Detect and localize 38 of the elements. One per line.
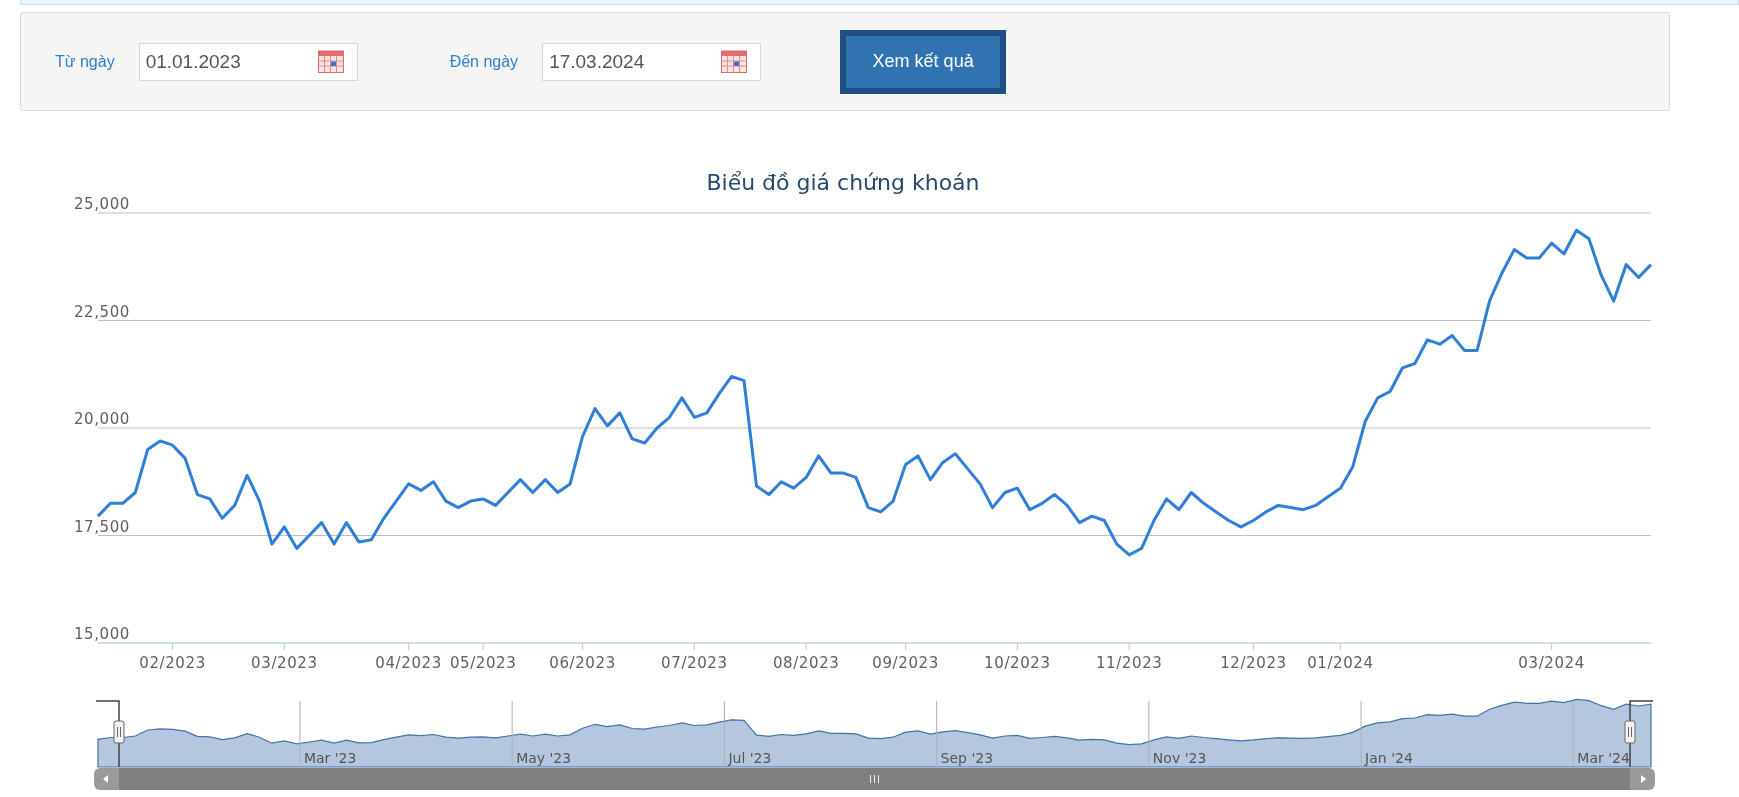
- axis-label: 12/2023: [1220, 654, 1287, 672]
- axis-label: 15,000: [73, 625, 130, 643]
- from-date-label: Từ ngày: [55, 51, 115, 72]
- navigator-label: Jul '23: [728, 750, 772, 766]
- axis-label: 03/2024: [1518, 654, 1585, 672]
- axis-label: 02/2023: [139, 654, 206, 672]
- chart-title: Biểu đồ giá chứng khoán: [706, 170, 980, 195]
- navigator-label: May '23: [516, 750, 572, 766]
- axis-label: 06/2023: [549, 654, 616, 672]
- navigator-label: Sep '23: [940, 750, 994, 766]
- axis-label: 20,000: [73, 410, 130, 428]
- calendar-icon[interactable]: [317, 48, 344, 73]
- axis-label: 22,500: [73, 302, 130, 321]
- from-date-field[interactable]: 01.01.2023: [138, 42, 358, 81]
- scroll-right-button[interactable]: [1630, 768, 1655, 790]
- axis-label: 01/2024: [1307, 654, 1374, 672]
- to-date-label: Đến ngày: [449, 51, 519, 72]
- scrollbar-thumb[interactable]: [119, 768, 1630, 790]
- axis-label: 11/2023: [1095, 654, 1163, 672]
- navigator-label: Mar '24: [1577, 750, 1630, 766]
- axis-label: 08/2023: [772, 654, 840, 672]
- to-date-field[interactable]: 17.03.2024: [542, 42, 762, 81]
- axis-label: 17,500: [73, 517, 130, 536]
- axis-label: 09/2023: [872, 654, 939, 672]
- axis-label: 25,000: [73, 195, 130, 213]
- axis-label: 05/2023: [449, 654, 517, 672]
- calendar-icon[interactable]: [721, 48, 748, 73]
- axis-label: 03/2023: [251, 654, 318, 672]
- axis-label: 07/2023: [661, 654, 728, 672]
- navigator-handle[interactable]: [1624, 720, 1636, 744]
- navigator-label: Jan '24: [1365, 750, 1413, 766]
- axis-label: 04/2023: [375, 654, 442, 672]
- navigator-label: Nov '23: [1152, 750, 1207, 766]
- navigator-handle[interactable]: [113, 720, 125, 744]
- view-results-button[interactable]: Xem kết quả: [840, 29, 1007, 94]
- navigator-label: Mar '23: [303, 750, 357, 766]
- axis-label: 10/2023: [984, 654, 1051, 672]
- scroll-left-button[interactable]: [94, 768, 119, 790]
